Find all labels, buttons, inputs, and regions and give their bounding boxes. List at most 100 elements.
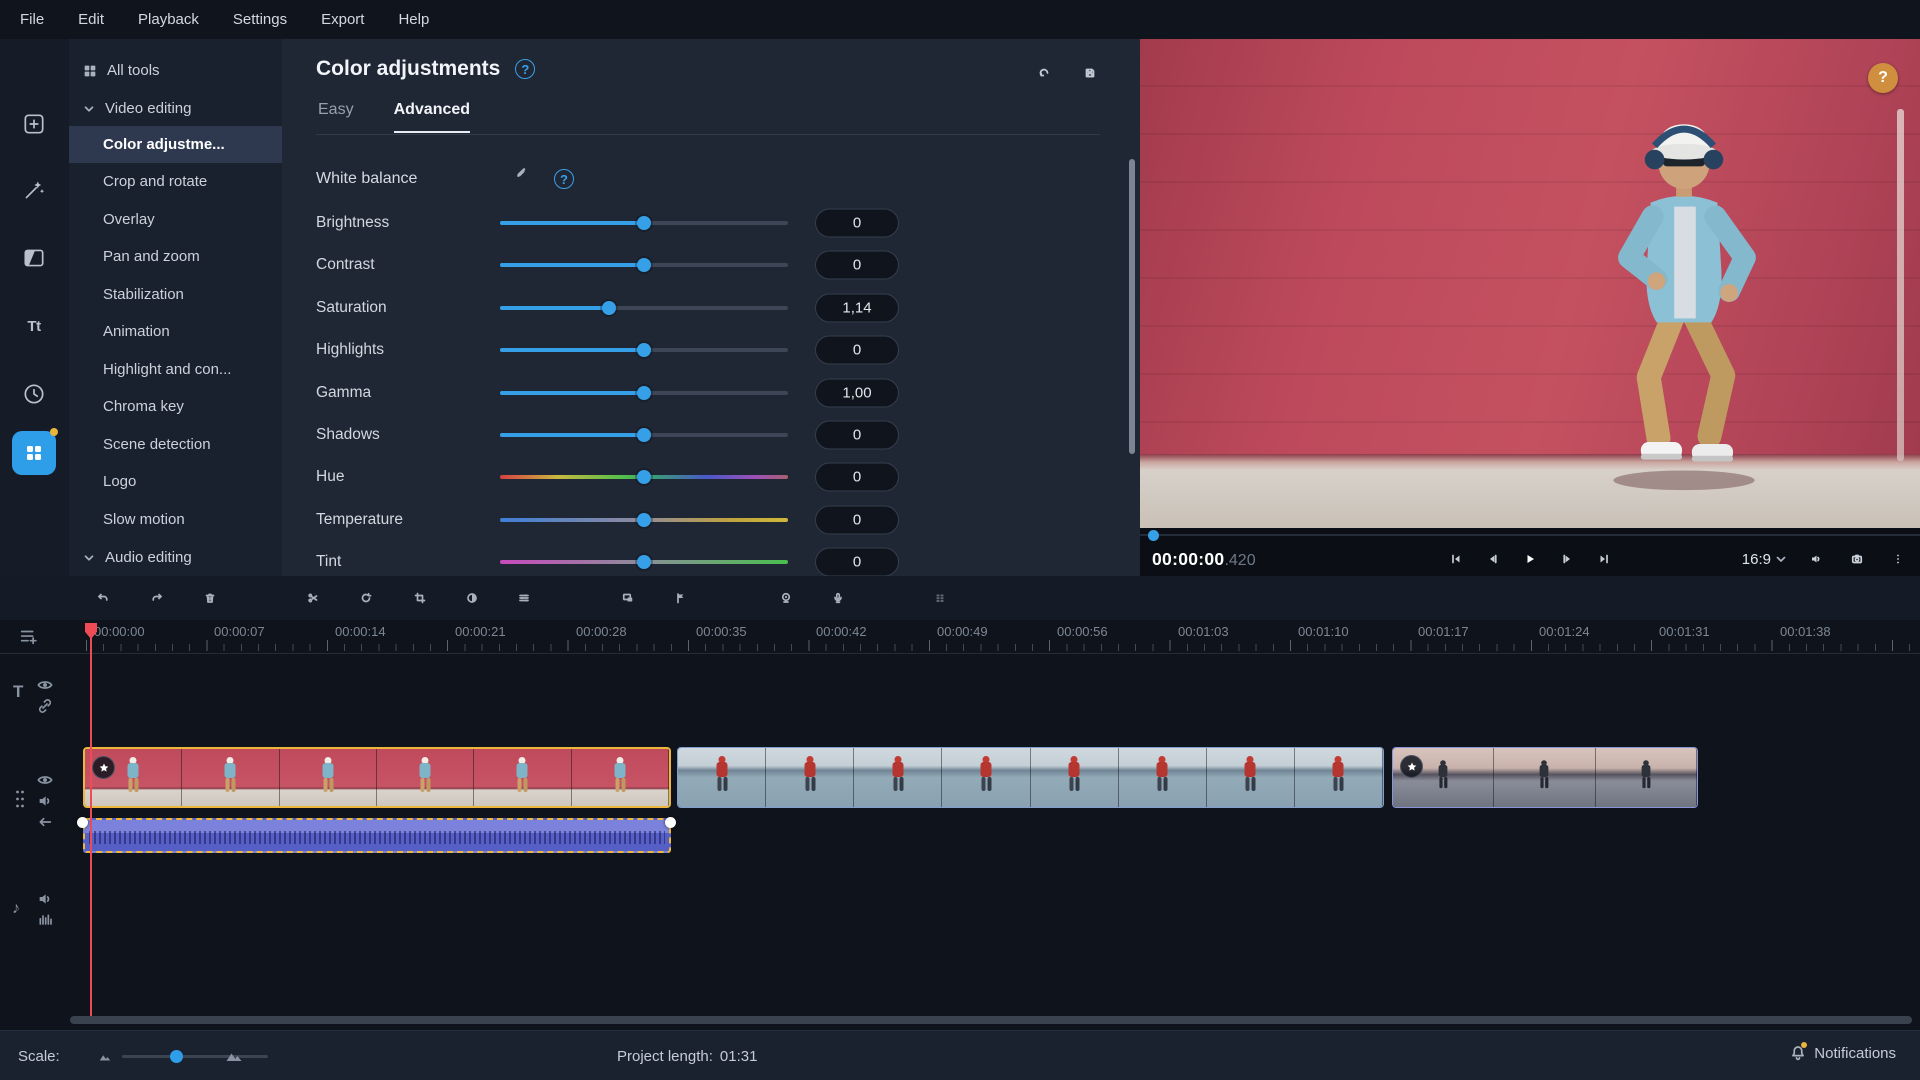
audio-clip-1[interactable] bbox=[83, 818, 671, 853]
audio-track-levels-icon[interactable] bbox=[37, 912, 53, 928]
white-balance-help-icon[interactable]: ? bbox=[554, 169, 574, 189]
shadows-value[interactable]: 0 bbox=[815, 421, 899, 450]
tint-slider[interactable] bbox=[500, 560, 788, 564]
tool-item-highlight-conceal[interactable]: Highlight and con... bbox=[69, 351, 282, 388]
volume-icon[interactable] bbox=[1804, 549, 1828, 569]
clip-thumbnail bbox=[678, 748, 766, 807]
skip-to-start-icon[interactable] bbox=[1444, 549, 1468, 569]
menu-help[interactable]: Help bbox=[398, 11, 429, 28]
contrast-value[interactable]: 0 bbox=[815, 251, 899, 280]
tool-item-overlay[interactable]: Overlay bbox=[69, 201, 282, 238]
overlay-icon[interactable] bbox=[616, 586, 640, 610]
more-tools-icon[interactable] bbox=[12, 431, 56, 475]
reset-icon[interactable] bbox=[1032, 61, 1056, 85]
zoom-out-mountain-icon[interactable] bbox=[98, 1050, 112, 1064]
clip-trim-handle-right[interactable] bbox=[665, 817, 676, 828]
tint-value[interactable]: 0 bbox=[815, 548, 899, 577]
title-track-visibility-eye-icon[interactable] bbox=[37, 677, 53, 693]
transitions-icon[interactable] bbox=[12, 236, 56, 280]
more-options-icon[interactable] bbox=[1886, 549, 1910, 569]
group-audio-editing[interactable]: Audio editing bbox=[69, 539, 282, 576]
tool-item-stabilization[interactable]: Stabilization bbox=[69, 276, 282, 313]
skip-to-end-icon[interactable] bbox=[1592, 549, 1616, 569]
menu-edit[interactable]: Edit bbox=[78, 11, 104, 28]
group-video-editing[interactable]: Video editing bbox=[69, 90, 282, 127]
clip-trim-handle-left[interactable] bbox=[77, 817, 88, 828]
tool-item-logo[interactable]: Logo bbox=[69, 463, 282, 500]
next-frame-icon[interactable] bbox=[1555, 549, 1579, 569]
tab-easy[interactable]: Easy bbox=[318, 101, 354, 133]
brightness-slider[interactable] bbox=[500, 221, 788, 225]
hue-value[interactable]: 0 bbox=[815, 463, 899, 492]
filters-wand-icon[interactable] bbox=[12, 168, 56, 212]
previous-frame-icon[interactable] bbox=[1481, 549, 1505, 569]
tool-item-chroma-key[interactable]: Chroma key bbox=[69, 388, 282, 425]
tool-item-scene-detection[interactable]: Scene detection bbox=[69, 426, 282, 463]
record-video-icon[interactable] bbox=[774, 586, 798, 610]
video-clip-1[interactable] bbox=[83, 747, 671, 808]
tool-item-pan-zoom[interactable]: Pan and zoom bbox=[69, 238, 282, 275]
menu-settings[interactable]: Settings bbox=[233, 11, 287, 28]
audio-track-mute-icon[interactable] bbox=[37, 891, 53, 907]
clock-icon[interactable] bbox=[12, 372, 56, 416]
video-clip-2[interactable] bbox=[677, 747, 1384, 808]
highlights-value[interactable]: 0 bbox=[815, 336, 899, 365]
cut-scissors-icon[interactable] bbox=[301, 586, 325, 610]
add-track-icon[interactable] bbox=[18, 626, 40, 648]
tool-item-slow-motion[interactable]: Slow motion bbox=[69, 501, 282, 538]
menu-playback[interactable]: Playback bbox=[138, 11, 199, 28]
contrast-slider[interactable] bbox=[500, 263, 788, 267]
tab-advanced[interactable]: Advanced bbox=[394, 101, 470, 133]
delete-icon[interactable] bbox=[198, 586, 222, 610]
aspect-ratio-dropdown[interactable]: 16:9 bbox=[1742, 551, 1787, 568]
color-adjustments-icon[interactable] bbox=[460, 586, 484, 610]
temperature-value[interactable]: 0 bbox=[815, 506, 899, 535]
all-tools-item[interactable]: All tools bbox=[69, 52, 282, 89]
menu-export[interactable]: Export bbox=[321, 11, 364, 28]
crop-icon[interactable] bbox=[408, 586, 432, 610]
seek-handle[interactable] bbox=[1148, 530, 1159, 541]
rotate-icon[interactable] bbox=[354, 586, 378, 610]
notifications-button[interactable]: Notifications bbox=[1789, 1044, 1896, 1062]
seek-bar[interactable] bbox=[1140, 528, 1920, 542]
menu-file[interactable]: File bbox=[20, 11, 44, 28]
snapshot-camera-icon[interactable] bbox=[1845, 549, 1869, 569]
undo-icon[interactable] bbox=[91, 586, 115, 610]
tool-item-crop-rotate[interactable]: Crop and rotate bbox=[69, 163, 282, 200]
group-label: Video editing bbox=[105, 100, 191, 117]
eyedropper-icon[interactable] bbox=[510, 160, 534, 184]
tool-item-color-adjustments[interactable]: Color adjustme... bbox=[69, 126, 282, 163]
saturation-value[interactable]: 1,14 bbox=[815, 294, 899, 323]
temperature-slider[interactable] bbox=[500, 518, 788, 522]
titles-icon[interactable]: Tt bbox=[12, 304, 56, 348]
scale-slider[interactable] bbox=[122, 1055, 268, 1058]
zoom-in-mountain-icon[interactable] bbox=[224, 1046, 244, 1066]
video-track-drag-handle[interactable] bbox=[14, 788, 26, 810]
video-track-visibility-eye-icon[interactable] bbox=[37, 772, 53, 788]
video-track-mute-icon[interactable] bbox=[37, 793, 53, 809]
highlights-slider[interactable] bbox=[500, 348, 788, 352]
panel-scrollbar[interactable] bbox=[1129, 159, 1135, 454]
scale-slider-handle[interactable] bbox=[170, 1050, 183, 1063]
video-clip-3[interactable] bbox=[1392, 747, 1698, 808]
brightness-value[interactable]: 0 bbox=[815, 209, 899, 238]
overlay-help-button[interactable]: ? bbox=[1868, 63, 1898, 93]
marker-flag-icon[interactable] bbox=[669, 586, 693, 610]
clip-properties-icon[interactable] bbox=[512, 586, 536, 610]
add-media-icon[interactable] bbox=[12, 102, 56, 146]
timeline-horizontal-scrollbar[interactable] bbox=[70, 1016, 1912, 1024]
save-icon[interactable] bbox=[1078, 61, 1102, 85]
gamma-value[interactable]: 1,00 bbox=[815, 379, 899, 408]
video-track-collapse-arrow-icon[interactable] bbox=[37, 814, 53, 830]
hue-slider[interactable] bbox=[500, 475, 788, 479]
redo-icon[interactable] bbox=[145, 586, 169, 610]
title-track-link-icon[interactable] bbox=[37, 698, 53, 714]
play-icon[interactable] bbox=[1518, 549, 1542, 569]
shadows-slider[interactable] bbox=[500, 433, 788, 437]
gamma-slider[interactable] bbox=[500, 391, 788, 395]
saturation-slider[interactable] bbox=[500, 306, 788, 310]
tool-item-animation[interactable]: Animation bbox=[69, 313, 282, 350]
track-controls-icon[interactable] bbox=[928, 586, 952, 610]
record-audio-mic-icon[interactable] bbox=[826, 586, 850, 610]
help-icon[interactable]: ? bbox=[515, 59, 535, 79]
